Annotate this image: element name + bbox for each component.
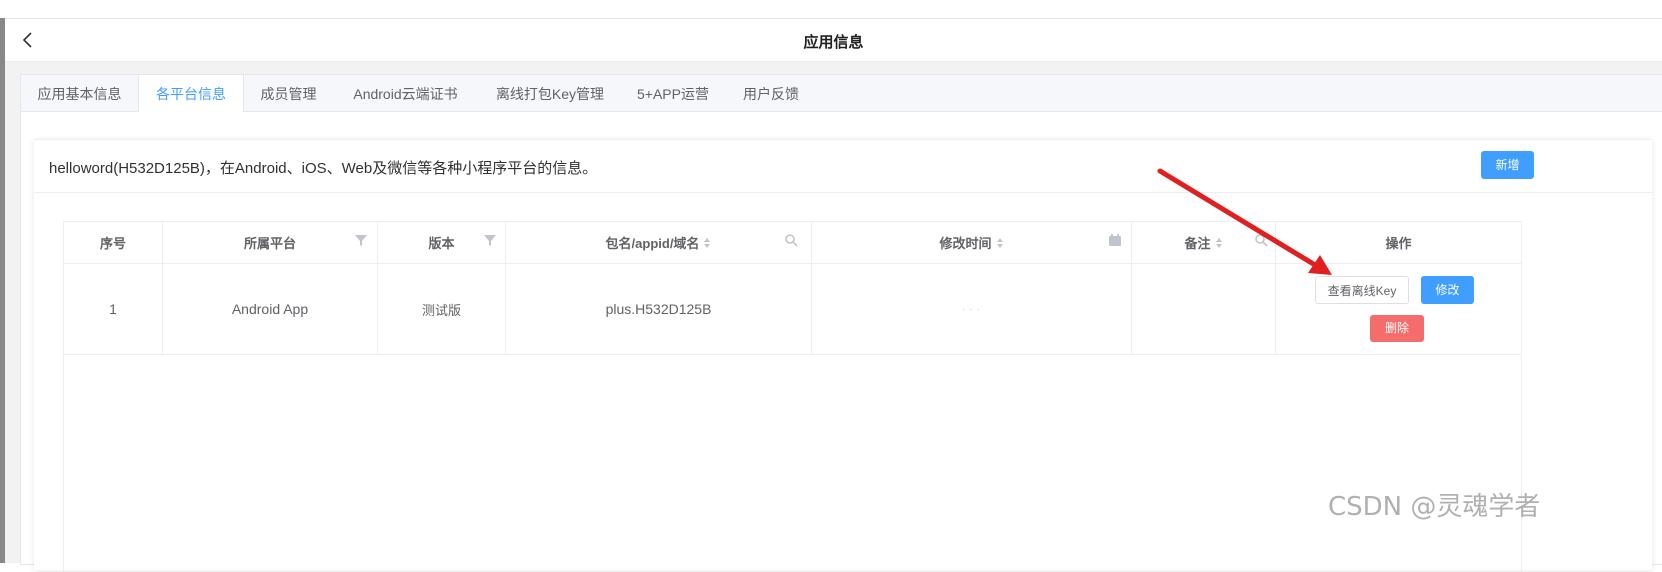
- column-header-platform: 所属平台: [163, 222, 378, 263]
- card-description: helloword(H532D125B)，在Android、iOS、Web及微信…: [49, 160, 598, 177]
- delete-button[interactable]: 删除: [1370, 315, 1424, 342]
- sort-icon[interactable]: [996, 237, 1004, 249]
- add-button[interactable]: 新增: [1481, 151, 1534, 179]
- app-header: 应用信息: [5, 19, 1662, 62]
- tab-android-cloud-cert[interactable]: Android云端证书: [334, 75, 477, 111]
- modified-time-value: · · ·: [962, 304, 981, 314]
- column-header-label: 序号: [99, 236, 126, 251]
- column-header-package: 包名/appid/域名: [506, 222, 812, 263]
- cell-index: 1: [64, 264, 163, 354]
- search-icon[interactable]: [1254, 233, 1268, 247]
- column-header-index: 序号: [64, 222, 163, 263]
- card-header: helloword(H532D125B)，在Android、iOS、Web及微信…: [34, 140, 1652, 193]
- column-header-label: 版本: [428, 236, 455, 251]
- tab-member-management[interactable]: 成员管理: [243, 75, 334, 111]
- edit-button[interactable]: 修改: [1421, 276, 1474, 304]
- calendar-icon[interactable]: [1108, 233, 1122, 247]
- sort-icon[interactable]: [1215, 237, 1223, 249]
- tab-user-feedback[interactable]: 用户反馈: [723, 75, 819, 111]
- column-header-modified-time: 修改时间: [812, 222, 1132, 263]
- column-header-remark: 备注: [1132, 222, 1276, 263]
- tab-platform-info[interactable]: 各平台信息: [138, 75, 244, 112]
- view-offline-key-button[interactable]: 查看离线Key: [1315, 276, 1409, 304]
- cell-remark: [1132, 264, 1276, 354]
- watermark: CSDN @灵魂学者: [1328, 492, 1541, 522]
- tab-basic-info[interactable]: 应用基本信息: [21, 75, 138, 111]
- column-header-label: 操作: [1385, 236, 1412, 251]
- cell-modified-time: · · ·: [812, 264, 1132, 354]
- tab-offline-key-management[interactable]: 离线打包Key管理: [477, 75, 623, 111]
- top-strip: [0, 0, 1662, 19]
- column-header-label: 备注: [1184, 236, 1211, 251]
- table-row: 1 Android App 测试版 plus.H532D125B · · · 查…: [64, 264, 1521, 355]
- cell-platform: Android App: [163, 264, 378, 354]
- table-header: 序号 所属平台 版本 包名/appid/域名 修改时间 备注 操作: [64, 222, 1521, 264]
- search-icon[interactable]: [784, 233, 798, 247]
- cell-package: plus.H532D125B: [506, 264, 812, 354]
- column-header-label: 修改时间: [939, 236, 992, 251]
- filter-icon[interactable]: [354, 233, 368, 247]
- column-header-version: 版本: [378, 222, 506, 263]
- column-header-actions: 操作: [1276, 222, 1521, 263]
- platform-table: 序号 所属平台 版本 包名/appid/域名 修改时间 备注 操作 1 Andr…: [63, 221, 1522, 572]
- sort-icon[interactable]: [703, 237, 711, 249]
- filter-icon[interactable]: [483, 233, 497, 247]
- page-title: 应用信息: [803, 34, 864, 51]
- tab-bar: 应用基本信息 各平台信息 成员管理 Android云端证书 离线打包Key管理 …: [21, 75, 1662, 112]
- column-header-label: 所属平台: [243, 236, 296, 251]
- tab-app-operation[interactable]: 5+APP运营: [623, 75, 723, 111]
- column-header-label: 包名/appid/域名: [605, 236, 700, 251]
- cell-version: 测试版: [378, 264, 506, 354]
